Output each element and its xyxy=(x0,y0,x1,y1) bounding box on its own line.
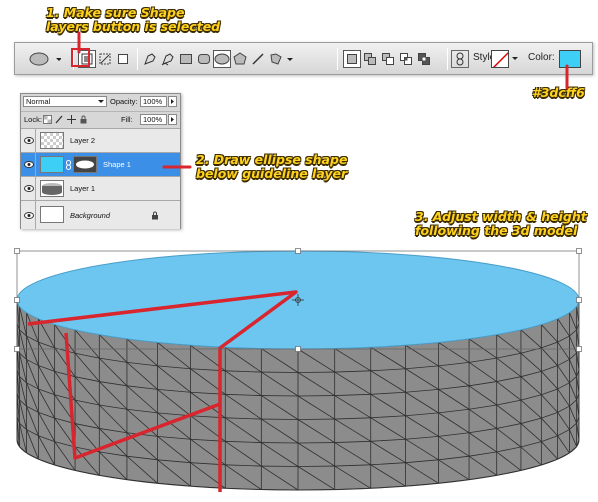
annotation-pointers xyxy=(77,31,569,169)
canvas-artwork xyxy=(14,31,582,492)
